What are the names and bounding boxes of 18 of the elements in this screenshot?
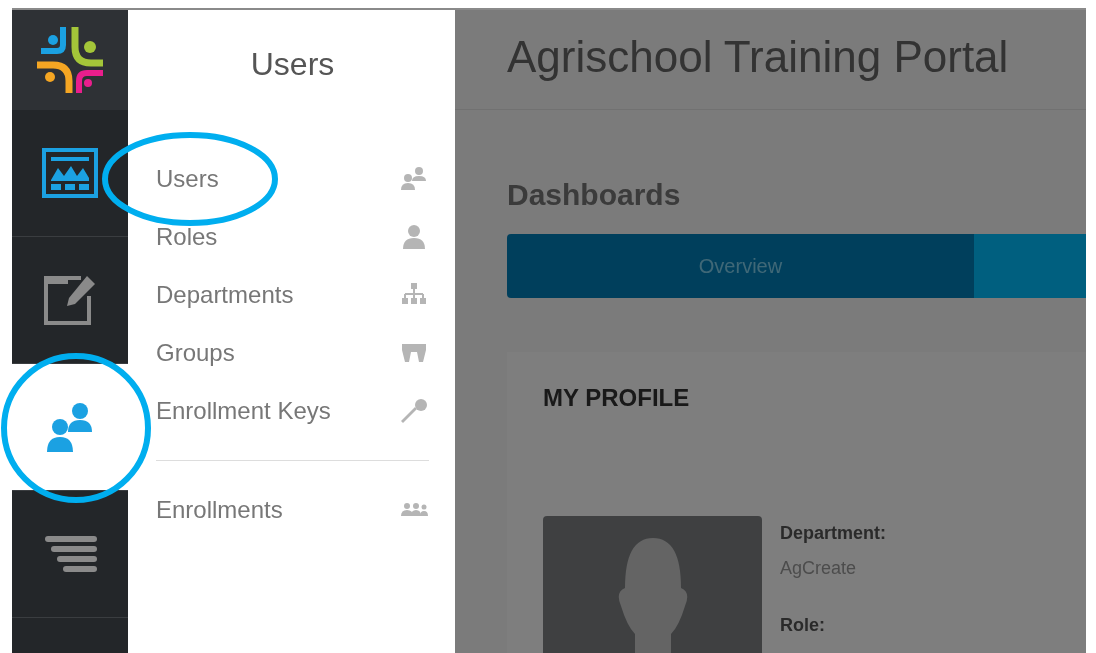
section-heading: Dashboards (507, 177, 682, 213)
users-icon (399, 166, 429, 192)
list-icon (43, 534, 97, 574)
submenu-item[interactable]: Departments (156, 266, 429, 324)
field-label: Role: (780, 614, 826, 637)
submenu-item[interactable]: Groups (156, 324, 429, 382)
field-label: Department: (780, 522, 886, 545)
dashboard-icon (42, 148, 98, 198)
logo-icon (35, 25, 105, 95)
submenu-item[interactable]: Enrollments (156, 481, 429, 539)
page-title: Agrischool Training Portal (507, 31, 1010, 83)
key-icon (399, 398, 429, 424)
submenu-item[interactable]: Users (156, 150, 429, 208)
submenu-title: Users (249, 45, 336, 84)
card-heading: MY PROFILE (543, 383, 691, 413)
submenu-item[interactable]: Enrollment Keys (156, 382, 429, 440)
submenu-item[interactable]: Roles (156, 208, 429, 266)
edit-window-icon (43, 274, 97, 326)
